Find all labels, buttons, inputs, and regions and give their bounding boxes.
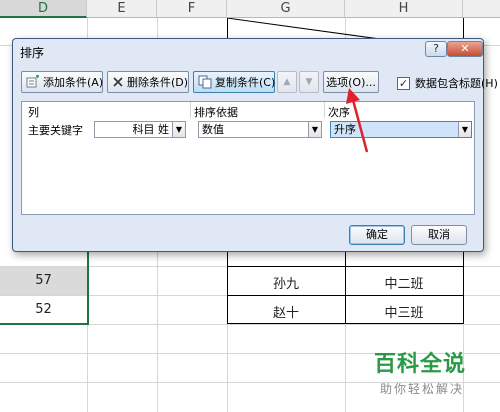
watermark-subtitle: 助你轻松解决 <box>380 382 465 396</box>
watermark: 百科全说 助你轻松解决 <box>374 352 498 397</box>
screen: D E F G H 57 52 孙九 赵十 中二班 中三班 排序 ? ✕ 添加条… <box>0 0 500 412</box>
annotation-arrow-icon <box>346 88 369 153</box>
watermark-title: 百科全说 <box>374 352 467 377</box>
